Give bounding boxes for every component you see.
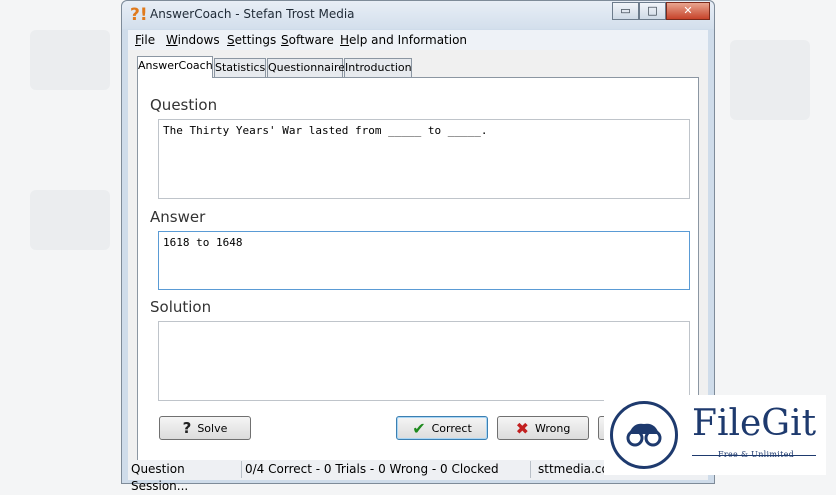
cross-icon: ✖ — [515, 418, 530, 438]
maximize-button[interactable]: □ — [639, 2, 666, 20]
menu-help[interactable]: Help and Information — [340, 33, 467, 47]
tab-statistics[interactable]: Statistics — [214, 58, 266, 77]
background-shape — [730, 40, 810, 120]
question-field[interactable]: The Thirty Years' War lasted from _____ … — [158, 119, 690, 199]
status-stats: 0/4 Correct - 0 Trials - 0 Wrong - 0 Clo… — [242, 461, 531, 478]
window-title: AnswerCoach - Stefan Trost Media — [150, 7, 355, 21]
watermark-tagline: Free & Unlimited — [718, 450, 795, 459]
app-icon: ?! — [130, 5, 148, 25]
tab-questionnaire[interactable]: Questionnaire — [267, 58, 345, 77]
solution-field[interactable] — [158, 321, 690, 401]
tab-answercoach[interactable]: AnswerCoach — [137, 56, 213, 78]
tab-introduction[interactable]: Introduction — [344, 58, 412, 77]
solve-button-label: Solve — [197, 421, 228, 435]
correct-button-label: Correct — [431, 421, 472, 435]
question-label: Question — [150, 96, 218, 114]
minimize-button[interactable]: ▭ — [612, 2, 639, 20]
question-mark-icon: ? — [182, 419, 192, 437]
menu-windows[interactable]: Windows — [166, 33, 220, 47]
answer-field[interactable]: 1618 to 1648 — [158, 231, 690, 290]
correct-button[interactable]: ✔ Correct — [396, 416, 488, 440]
close-button[interactable]: ✕ — [666, 2, 710, 20]
binoculars-logo-icon — [610, 401, 678, 469]
menu-settings[interactable]: Settings — [227, 33, 276, 47]
title-bar[interactable]: ?! AnswerCoach - Stefan Trost Media ▭ □ … — [122, 1, 714, 29]
background-shape — [30, 30, 110, 90]
solve-button[interactable]: ? Solve — [159, 416, 251, 440]
checkmark-icon: ✔ — [412, 418, 426, 438]
menu-file[interactable]: File — [135, 33, 155, 47]
menu-software[interactable]: Software — [281, 33, 334, 47]
wrong-button[interactable]: ✖ Wrong — [497, 416, 589, 440]
watermark-name: FileGit — [692, 403, 817, 444]
solution-label: Solution — [150, 298, 212, 316]
filegit-watermark: FileGit Free & Unlimited — [604, 395, 826, 475]
wrong-button-label: Wrong — [535, 421, 571, 435]
menu-bar: File Windows Settings Software Help and … — [128, 30, 708, 50]
answer-label: Answer — [150, 208, 206, 226]
status-session: Question Session... — [128, 461, 242, 493]
background-shape — [30, 190, 110, 250]
